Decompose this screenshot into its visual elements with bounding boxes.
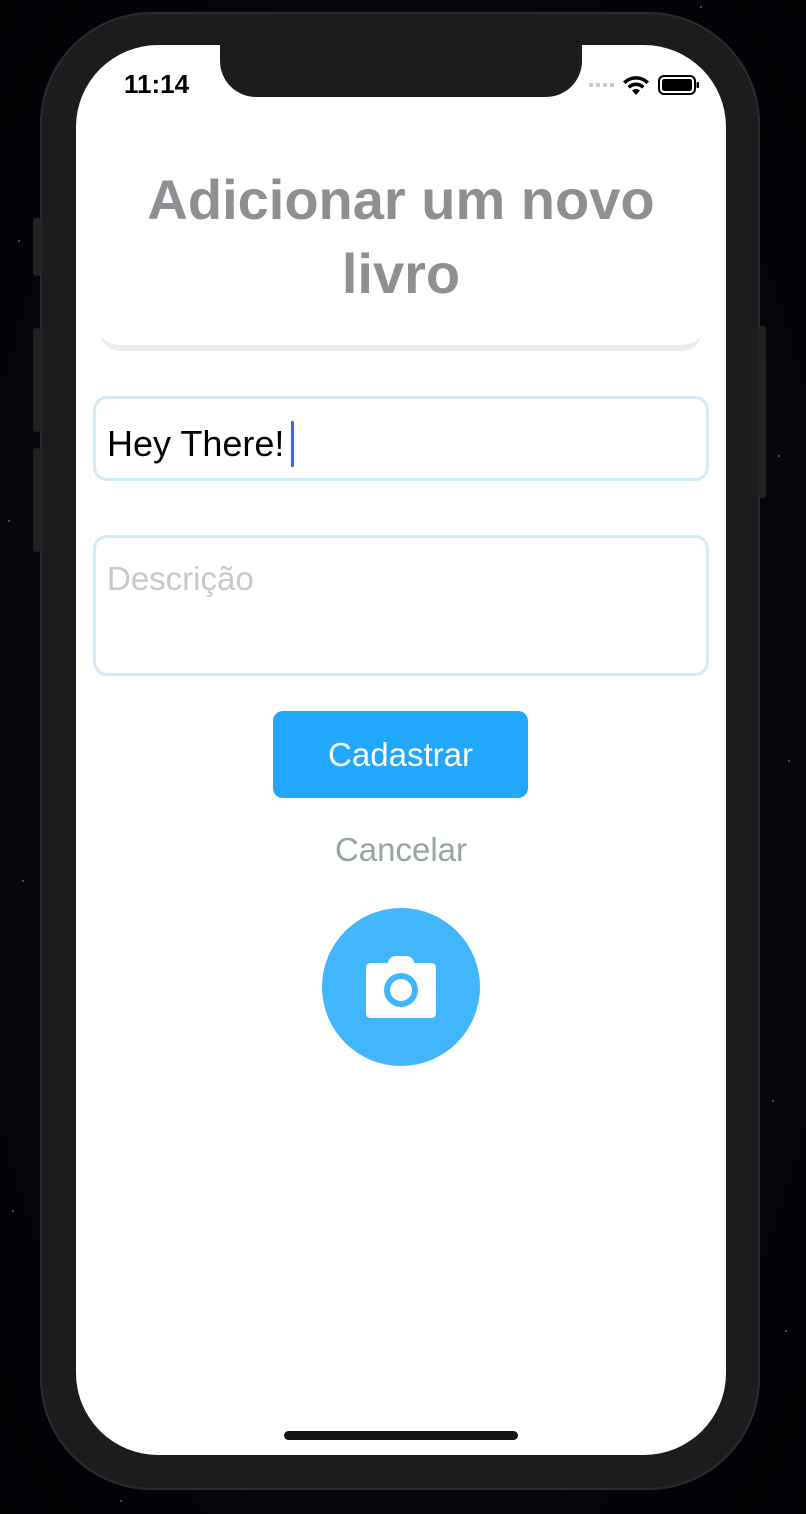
- volume-up-button: [33, 328, 41, 432]
- star-decoration: [785, 1330, 787, 1332]
- page-title: Adicionar um novo livro: [147, 168, 655, 305]
- book-name-field[interactable]: Hey There!: [93, 396, 709, 481]
- camera-button[interactable]: [322, 908, 480, 1066]
- star-decoration: [22, 880, 24, 882]
- star-decoration: [700, 6, 702, 8]
- star-decoration: [120, 1500, 122, 1502]
- book-name-value: Hey There!: [107, 423, 285, 464]
- star-decoration: [18, 240, 20, 242]
- status-icons: [589, 73, 700, 97]
- star-decoration: [778, 455, 780, 457]
- device-notch: [220, 45, 582, 97]
- header-divider: [100, 331, 702, 351]
- silent-switch: [33, 218, 41, 276]
- cancel-button[interactable]: Cancelar: [276, 831, 526, 877]
- device-background: 11:14 Adicionar um novo livro Hey There!: [0, 0, 806, 1514]
- status-time: 11:14: [124, 69, 190, 99]
- power-button: [758, 326, 766, 498]
- book-name-input-wrapper: Hey There!: [107, 421, 295, 467]
- app-screen: 11:14 Adicionar um novo livro Hey There!: [76, 45, 726, 1455]
- submit-button[interactable]: Cadastrar: [273, 711, 528, 798]
- home-indicator[interactable]: [284, 1431, 518, 1440]
- battery-icon: [658, 75, 699, 95]
- signal-icon: [589, 83, 614, 87]
- description-placeholder: Descrição: [107, 560, 254, 597]
- star-decoration: [12, 1210, 14, 1212]
- camera-icon: [366, 956, 436, 1018]
- star-decoration: [8, 520, 10, 522]
- wifi-icon: [623, 76, 649, 95]
- text-caret: [291, 421, 295, 467]
- star-decoration: [788, 760, 790, 762]
- description-field[interactable]: Descrição: [93, 535, 709, 676]
- volume-down-button: [33, 448, 41, 552]
- star-decoration: [772, 1100, 774, 1102]
